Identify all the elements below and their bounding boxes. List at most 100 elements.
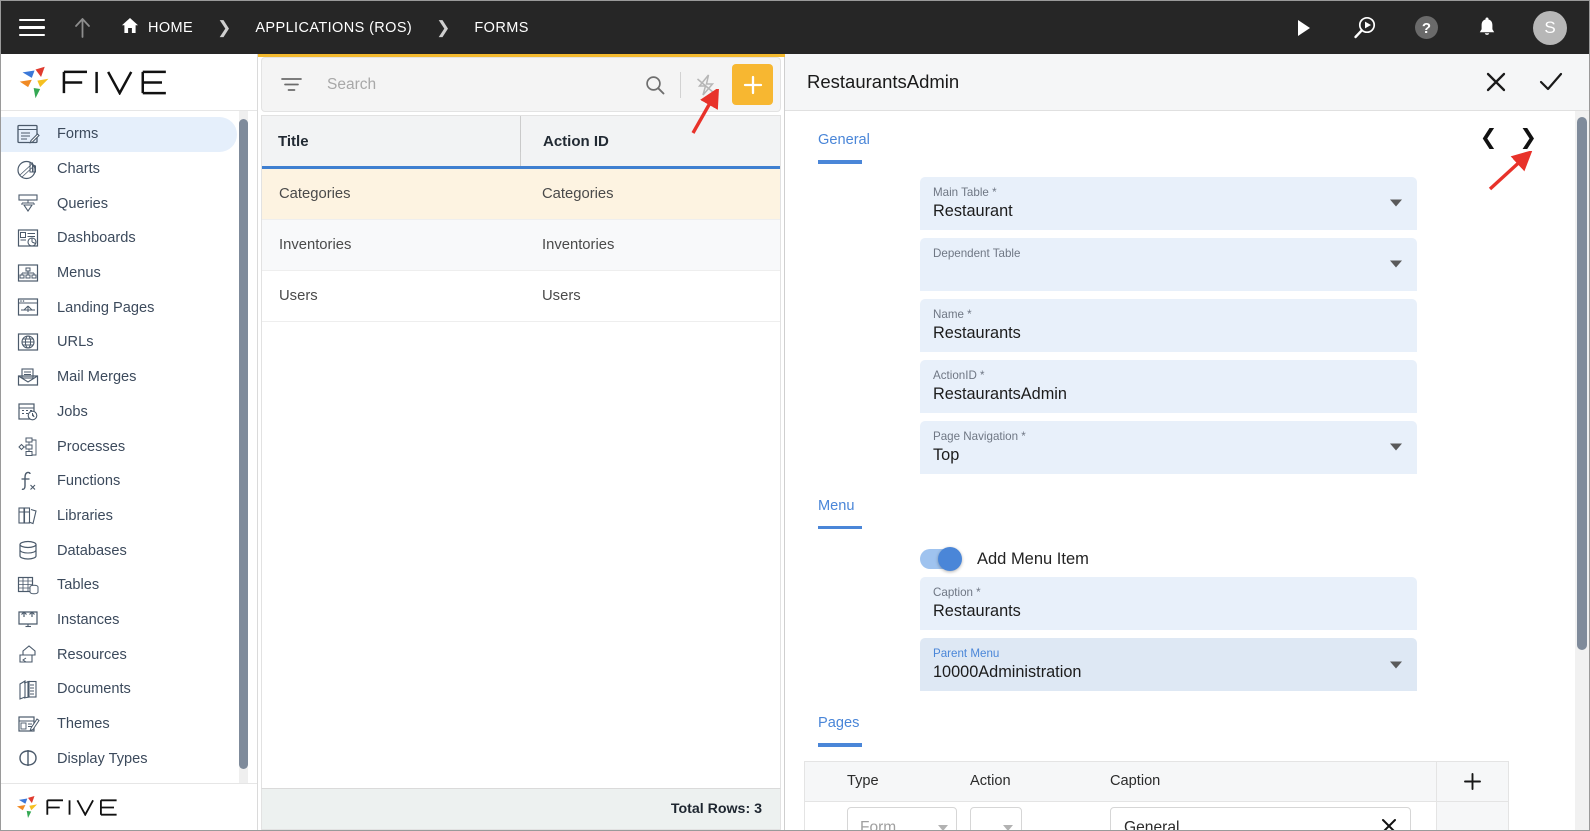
- dashboards-icon: [13, 225, 43, 251]
- sidebar-item-label: Instances: [57, 611, 120, 628]
- sidebar-item-themes[interactable]: Themes: [1, 707, 237, 742]
- add-page-button[interactable]: [1436, 761, 1508, 801]
- menus-icon: [13, 260, 43, 286]
- search-play-icon[interactable]: [1350, 13, 1380, 43]
- add-button[interactable]: [732, 64, 773, 105]
- sidebar-item-functions[interactable]: Functions: [1, 464, 237, 499]
- search-icon[interactable]: [638, 75, 672, 95]
- cell-action: [970, 807, 1110, 830]
- field-caption[interactable]: Caption * Restaurants: [920, 577, 1417, 630]
- forms-icon: [13, 121, 43, 147]
- field-parent-menu[interactable]: Parent Menu 10000Administration: [920, 638, 1417, 691]
- play-icon[interactable]: [1289, 13, 1319, 43]
- chevron-down-icon[interactable]: [1390, 443, 1402, 451]
- chevron-down-icon[interactable]: [1390, 199, 1402, 207]
- sidebar-item-label: Display Types: [57, 750, 148, 767]
- sidebar-item-libraries[interactable]: Libraries: [1, 499, 237, 534]
- help-icon[interactable]: ?: [1411, 13, 1441, 43]
- grid-body: Categories Categories Inventories Invent…: [262, 169, 780, 788]
- page-action-select[interactable]: [970, 807, 1022, 830]
- table-row[interactable]: Categories Categories: [262, 169, 780, 220]
- table-row[interactable]: Inventories Inventories: [262, 220, 780, 271]
- chevron-right-icon[interactable]: ❯: [1519, 125, 1537, 149]
- detail-panel: RestaurantsAdmin General ❮ ❯ Main Table …: [785, 54, 1589, 830]
- sidebar-item-resources[interactable]: Resources: [1, 637, 237, 672]
- sidebar-item-jobs[interactable]: Jobs: [1, 395, 237, 430]
- sidebar-item-label: Databases: [57, 542, 127, 559]
- cell-spacer: [1436, 801, 1508, 830]
- breadcrumb-label-applications: APPLICATIONS (ROS): [255, 19, 413, 36]
- sidebar-item-landing-pages[interactable]: Landing Pages: [1, 290, 237, 325]
- landing-pages-icon: [13, 295, 43, 321]
- section-label-menu: Menu: [818, 497, 855, 514]
- databases-icon: [13, 538, 43, 564]
- display-types-icon: [13, 746, 43, 772]
- column-header-action-id[interactable]: Action ID: [520, 116, 780, 166]
- sidebar-item-urls[interactable]: URLs: [1, 325, 237, 360]
- table-row[interactable]: Users Users: [262, 271, 780, 322]
- cell-title: Users: [279, 288, 318, 304]
- page-caption-input[interactable]: General: [1110, 807, 1411, 830]
- arrow-up-icon[interactable]: [69, 17, 95, 39]
- sidebar-item-forms[interactable]: Forms: [1, 117, 237, 152]
- column-header-title[interactable]: Title: [262, 116, 520, 166]
- sidebar-item-label: Mail Merges: [57, 369, 137, 386]
- functions-icon: [13, 468, 43, 494]
- sidebar-item-instances[interactable]: Instances: [1, 603, 237, 638]
- field-name[interactable]: Name * Restaurants: [920, 298, 1417, 352]
- close-icon[interactable]: [1483, 69, 1509, 95]
- sidebar-item-queries[interactable]: Queries: [1, 186, 237, 221]
- field-main-table[interactable]: Main Table * Restaurant: [920, 176, 1417, 230]
- sidebar-item-display-types[interactable]: Display Types: [1, 741, 237, 776]
- urls-icon: [13, 329, 43, 355]
- sidebar-item-dashboards[interactable]: Dashboards: [1, 221, 237, 256]
- breadcrumb-label-forms: FORMS: [474, 19, 529, 36]
- sidebar-footer-logo: [1, 783, 257, 830]
- search-input[interactable]: [306, 75, 638, 94]
- breadcrumb: HOME ❯ APPLICATIONS (ROS) ❯ FORMS: [119, 14, 531, 42]
- check-icon[interactable]: [1538, 69, 1564, 95]
- pages-table: Type Action Caption Form General: [804, 760, 1509, 830]
- avatar[interactable]: S: [1533, 10, 1567, 45]
- field-dependent-table[interactable]: Dependent Table: [920, 237, 1417, 291]
- sidebar-item-label: Documents: [57, 681, 131, 698]
- chevron-down-icon[interactable]: [1390, 260, 1402, 268]
- field-label: Dependent Table: [933, 246, 1021, 260]
- sidebar-item-label: Libraries: [57, 507, 113, 524]
- resources-icon: [13, 642, 43, 668]
- field-label: Name *: [933, 307, 972, 321]
- sidebar-item-label: Charts: [57, 161, 100, 178]
- sidebar-item-menus[interactable]: Menus: [1, 256, 237, 291]
- sidebar-item-processes[interactable]: Processes: [1, 429, 237, 464]
- field-action-id[interactable]: ActionID * RestaurantsAdmin: [920, 359, 1417, 413]
- filter-icon[interactable]: [276, 77, 306, 92]
- bell-icon[interactable]: [1472, 13, 1502, 43]
- chevron-left-icon[interactable]: ❮: [1480, 125, 1498, 149]
- sidebar-item-mail-merges[interactable]: Mail Merges: [1, 360, 237, 395]
- section-underline: [818, 525, 862, 529]
- page-title: RestaurantsAdmin: [807, 71, 960, 92]
- chevron-down-icon[interactable]: [1390, 661, 1402, 668]
- breadcrumb-separator: ❯: [436, 17, 451, 37]
- breadcrumb-item-forms[interactable]: FORMS: [472, 16, 530, 40]
- five-logo-text-small: [46, 798, 117, 816]
- lightning-bolt-icon[interactable]: [689, 73, 723, 97]
- sidebar-item-tables[interactable]: Tables: [1, 568, 237, 603]
- cell-action-id: Categories: [542, 186, 614, 202]
- section-label-pages: Pages: [818, 715, 860, 731]
- field-value: Top: [933, 445, 960, 464]
- sidebar-item-databases[interactable]: Databases: [1, 533, 237, 568]
- sidebar-item-label: Processes: [57, 438, 126, 455]
- page-type-select[interactable]: Form: [847, 807, 957, 830]
- sidebar-item-label: Themes: [57, 716, 110, 733]
- sidebar-scrollbar-thumb[interactable]: [239, 119, 248, 769]
- field-page-navigation[interactable]: Page Navigation * Top: [920, 420, 1417, 474]
- breadcrumb-item-home[interactable]: HOME: [119, 14, 195, 42]
- add-menu-item-toggle[interactable]: [920, 547, 962, 571]
- sidebar-item-documents[interactable]: Documents: [1, 672, 237, 707]
- field-label: ActionID *: [933, 368, 985, 382]
- close-icon[interactable]: [1381, 818, 1397, 830]
- sidebar-item-charts[interactable]: Charts: [1, 152, 237, 187]
- hamburger-icon[interactable]: [19, 18, 45, 38]
- breadcrumb-item-applications[interactable]: APPLICATIONS (ROS): [253, 16, 414, 40]
